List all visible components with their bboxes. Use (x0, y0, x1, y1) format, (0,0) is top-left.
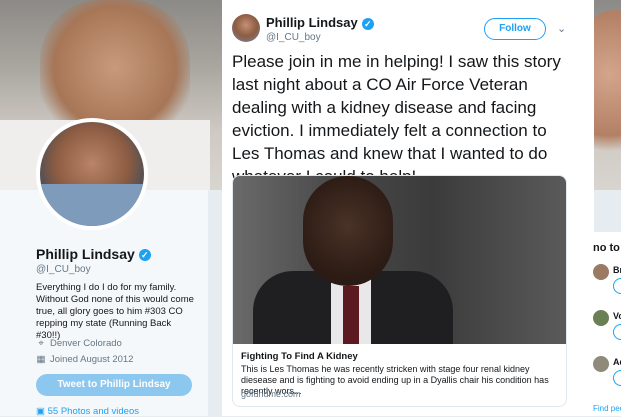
profile-handle[interactable]: @I_CU_boy (36, 264, 91, 275)
find-people-link[interactable]: Find peo (593, 404, 621, 413)
suggestion-name[interactable]: Ad (613, 357, 621, 367)
suggestion-name[interactable]: Br (613, 265, 621, 275)
calendar-icon: ▦ (36, 354, 46, 365)
tweet-handle[interactable]: @I_CU_boy (266, 32, 321, 43)
joined-text: Joined August 2012 (50, 354, 134, 365)
profile-joined: ▦ Joined August 2012 (36, 354, 134, 365)
tweet-author-name[interactable]: Phillip Lindsay (266, 15, 358, 30)
location-pin-icon: ⌖ (38, 338, 44, 349)
avatar[interactable] (593, 310, 609, 326)
follow-button[interactable]: Follow (484, 18, 546, 40)
follow-button[interactable] (613, 324, 621, 340)
link-domain: gofundme.com (241, 389, 301, 399)
profile-bio: Everything I do I do for my family. With… (36, 282, 194, 341)
suggestion-name[interactable]: Vo (613, 311, 621, 321)
photos-link[interactable]: ▣ 55 Photos and videos (36, 406, 139, 417)
tweet-to-button[interactable]: Tweet to Phillip Lindsay (36, 374, 192, 396)
profile-name[interactable]: Phillip Lindsay ✓ (36, 246, 151, 262)
photos-label[interactable]: 55 Photos and videos (48, 406, 139, 417)
image-tie (343, 286, 359, 344)
tweet-avatar[interactable] (232, 14, 260, 42)
follow-button[interactable] (613, 370, 621, 386)
tweet-text: Please join in me in helping! I saw this… (232, 52, 561, 186)
verified-icon: ✓ (361, 17, 374, 30)
avatar[interactable] (593, 356, 609, 372)
who-to-follow-panel: no to f Br Vo Ad Find peo (591, 232, 621, 416)
image-head (303, 176, 393, 286)
profile-avatar[interactable] (36, 118, 148, 230)
link-preview-card[interactable]: Fighting To Find A Kidney This is Les Th… (232, 175, 567, 407)
location-text: Denver Colorado (50, 338, 122, 349)
suggestion-item[interactable]: Br (591, 264, 621, 300)
profile-location: ⌖ Denver Colorado (36, 338, 122, 349)
avatar-jacket (40, 184, 144, 226)
link-title[interactable]: Fighting To Find A Kidney (241, 351, 358, 362)
photo-icon: ▣ (36, 406, 48, 417)
follow-button[interactable] (613, 278, 621, 294)
link-preview-image[interactable] (233, 176, 566, 344)
verified-icon: ✓ (138, 249, 151, 262)
suggestion-item[interactable]: Vo (591, 310, 621, 346)
profile-name-text[interactable]: Phillip Lindsay (36, 246, 135, 262)
chevron-down-icon[interactable]: ⌄ (557, 22, 566, 35)
suggestion-item[interactable]: Ad (591, 356, 621, 392)
tweet-author[interactable]: Phillip Lindsay ✓ (266, 15, 374, 30)
who-to-follow-title: no to f (593, 242, 621, 254)
avatar[interactable] (593, 264, 609, 280)
